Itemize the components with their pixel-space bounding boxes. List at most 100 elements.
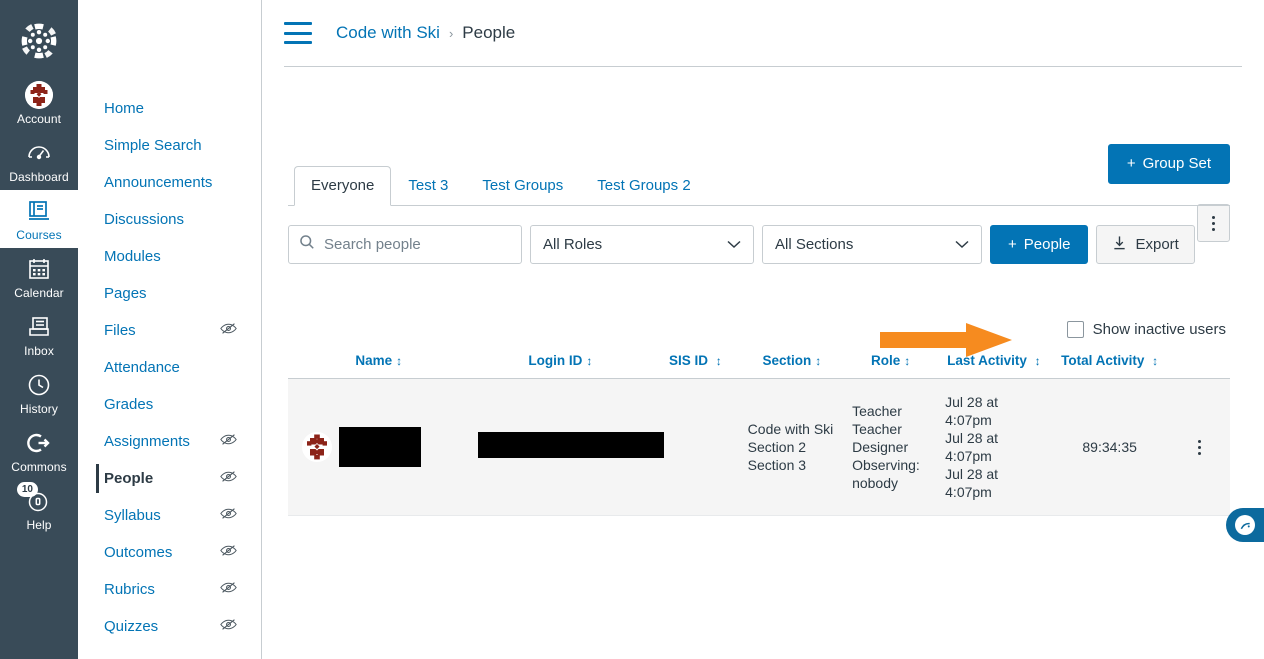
column-header-login-id[interactable]: Login ID ↕ — [469, 349, 652, 379]
cell-name — [288, 378, 470, 516]
add-people-label: People — [1023, 236, 1071, 253]
search-people-field[interactable] — [288, 225, 522, 264]
course-nav-label: Grades — [104, 396, 154, 413]
calendar-icon — [26, 255, 52, 283]
course-nav-label: Attendance — [104, 359, 180, 376]
course-nav-item-people[interactable]: People — [78, 460, 261, 497]
cell-section: Code with Ski Section 2 Section 3 — [739, 378, 845, 516]
hidden-eye-icon — [220, 431, 237, 452]
course-nav-item-rubrics[interactable]: Rubrics — [78, 571, 261, 608]
people-content: + Group Set Everyone Test 3 Test Groups … — [262, 144, 1264, 516]
course-nav-item-modules[interactable]: Modules — [78, 238, 261, 275]
global-nav-label: Courses — [16, 228, 62, 242]
global-nav-item-dashboard[interactable]: Dashboard — [0, 132, 78, 190]
cell-role: Teacher Teacher Designer Observing: nobo… — [844, 378, 938, 516]
course-nav-item-quizzes[interactable]: Quizzes — [78, 608, 261, 645]
course-nav-label: Pages — [104, 285, 147, 302]
cell-total-activity: 89:34:35 — [1050, 378, 1169, 516]
tab-list: Everyone Test 3 Test Groups Test Groups … — [288, 165, 1230, 206]
export-button[interactable]: Export — [1096, 225, 1195, 264]
user-avatar-icon — [25, 81, 53, 109]
main-content: Code with Ski › People + Group Set Every… — [262, 0, 1264, 659]
hidden-eye-icon — [220, 579, 237, 600]
sort-icon: ↕ — [1034, 354, 1041, 368]
commons-arrow-icon — [26, 429, 52, 457]
column-header-sis-id[interactable]: SIS ID ↕ — [651, 349, 740, 379]
course-nav-label: Syllabus — [104, 507, 161, 524]
course-nav-label: Home — [104, 100, 145, 117]
show-inactive-users-label[interactable]: Show inactive users — [1093, 321, 1226, 338]
people-table: Name ↕ Login ID ↕ SIS ID ↕ Section ↕ Role ↕ — [288, 349, 1230, 516]
column-header-login-id-label: Login ID — [528, 353, 583, 368]
tab-test-groups[interactable]: Test Groups — [465, 166, 580, 206]
global-nav-item-commons[interactable]: Commons — [0, 422, 78, 480]
show-inactive-users-checkbox[interactable] — [1066, 321, 1084, 338]
course-nav-item-syllabus[interactable]: Syllabus — [78, 497, 261, 534]
global-nav-item-courses[interactable]: Courses — [0, 190, 78, 248]
sections-select[interactable]: All Sections — [762, 225, 982, 264]
tab-test-groups-2[interactable]: Test Groups 2 — [580, 166, 707, 206]
course-nav-label: Quizzes — [104, 618, 159, 635]
table-header: Name ↕ Login ID ↕ SIS ID ↕ Section ↕ Role ↕ — [288, 349, 1230, 379]
sort-icon: ↕ — [815, 354, 822, 368]
tab-everyone[interactable]: Everyone — [294, 166, 392, 206]
global-nav-label: Calendar — [14, 286, 64, 300]
course-nav-item-home[interactable]: Home — [78, 90, 261, 127]
column-header-actions — [1168, 349, 1230, 379]
global-nav-label: Commons — [11, 460, 67, 474]
tab-test-3[interactable]: Test 3 — [391, 166, 465, 206]
search-icon — [299, 234, 315, 255]
breadcrumb-course-link[interactable]: Code with Ski — [336, 23, 440, 43]
redacted-name — [339, 427, 421, 467]
add-people-button[interactable]: + People — [990, 225, 1089, 264]
sort-icon: ↕ — [396, 354, 403, 368]
hidden-eye-icon — [220, 505, 237, 526]
course-nav-item-assignments[interactable]: Assignments — [78, 423, 261, 460]
sort-icon: ↕ — [586, 354, 593, 368]
table-body: Code with Ski Section 2 Section 3 Teache… — [288, 378, 1230, 516]
course-nav-label: Simple Search — [104, 137, 202, 154]
table-row[interactable]: Code with Ski Section 2 Section 3 Teache… — [288, 378, 1230, 516]
hidden-eye-icon — [220, 468, 237, 489]
search-input[interactable] — [324, 236, 511, 253]
global-nav-item-inbox[interactable]: Inbox — [0, 306, 78, 364]
course-nav-item-grades[interactable]: Grades — [78, 386, 261, 423]
add-group-set-button[interactable]: + Group Set — [1107, 144, 1230, 184]
course-nav-label: Outcomes — [104, 544, 173, 561]
canvas-logo[interactable] — [0, 8, 78, 74]
global-nav-item-history[interactable]: History — [0, 364, 78, 422]
course-nav-item-pages[interactable]: Pages — [78, 275, 261, 312]
table-header-row: Name ↕ Login ID ↕ SIS ID ↕ Section ↕ Role ↕ — [288, 349, 1230, 379]
course-nav-item-announcements[interactable]: Announcements — [78, 164, 261, 201]
column-header-total-activity[interactable]: Total Activity ↕ — [1050, 349, 1169, 379]
global-nav-label: Help — [26, 518, 52, 532]
menu-hamburger-icon[interactable] — [284, 22, 312, 44]
header-divider — [284, 66, 1242, 67]
course-nav-item-attendance[interactable]: Attendance — [78, 349, 261, 386]
course-nav-label: Files — [104, 322, 136, 339]
global-nav-item-account[interactable]: Account — [0, 74, 78, 132]
filter-bar: All Roles All Sections + People — [288, 225, 1230, 264]
plus-icon: + — [1008, 236, 1017, 253]
global-nav-label: History — [19, 402, 59, 416]
top-bar: Code with Ski › People — [262, 0, 1264, 66]
column-header-name[interactable]: Name ↕ — [288, 349, 470, 379]
course-nav-label: Rubrics — [104, 581, 155, 598]
column-header-section[interactable]: Section ↕ — [739, 349, 845, 379]
roles-select[interactable]: All Roles — [530, 225, 754, 264]
course-nav-item-simple-search[interactable]: Simple Search — [78, 127, 261, 164]
global-nav-item-calendar[interactable]: Calendar — [0, 248, 78, 306]
chevron-down-icon — [955, 236, 969, 253]
page-options-kebab-button[interactable] — [1197, 204, 1230, 242]
course-nav-item-discussions[interactable]: Discussions — [78, 201, 261, 238]
clock-icon — [26, 371, 52, 399]
sections-select-value: All Sections — [775, 236, 854, 253]
accessibility-widget-button[interactable] — [1226, 508, 1264, 542]
tabs-region: + Group Set Everyone Test 3 Test Groups … — [288, 144, 1230, 206]
hidden-eye-icon — [220, 616, 237, 637]
global-nav-item-help[interactable]: 10 Help — [0, 480, 78, 538]
accessibility-widget-icon — [1235, 515, 1255, 535]
course-nav-item-files[interactable]: Files — [78, 312, 261, 349]
course-nav-item-outcomes[interactable]: Outcomes — [78, 534, 261, 571]
row-options-kebab-button[interactable] — [1177, 439, 1222, 455]
